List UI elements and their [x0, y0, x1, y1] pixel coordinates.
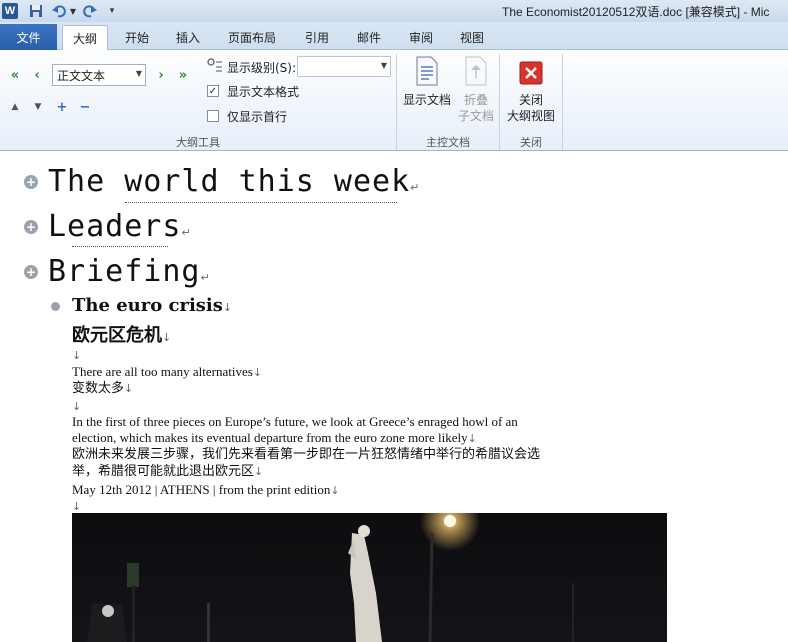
tab-outline[interactable]: 大纲	[62, 25, 108, 51]
tab-file[interactable]: 文件	[0, 24, 57, 50]
expand-heading-icon[interactable]: +	[24, 265, 38, 279]
show-document-icon[interactable]	[414, 56, 440, 86]
collapse-icon[interactable]: −	[78, 99, 92, 115]
paragraph-line[interactable]: election, which makes its eventual depar…	[72, 429, 477, 446]
customize-toolbar-icon[interactable]: ▾	[106, 2, 118, 20]
window-title: The Economist20120512双语.doc [兼容模式] - Mic	[502, 5, 770, 19]
section-title[interactable]: The euro crisis↓	[72, 295, 232, 316]
tab-view[interactable]: 视图	[451, 25, 493, 50]
blank-line[interactable]: ↓	[72, 346, 81, 363]
blank-line[interactable]: ↓	[72, 497, 81, 514]
redo-icon[interactable]	[82, 2, 98, 20]
close-outline-view-button[interactable]: 关闭 大纲视图	[503, 92, 559, 124]
show-text-format-label: 显示文本格式	[227, 85, 300, 99]
collapse-subdocuments-button: 折叠 子文档	[456, 92, 496, 124]
chevron-down-icon: ▼	[135, 69, 142, 78]
collapse-label-line1: 折叠	[463, 93, 488, 107]
promote-icon[interactable]: ‹	[29, 66, 45, 84]
move-down-icon[interactable]: ▼	[31, 100, 45, 114]
demote-icon[interactable]: ›	[153, 66, 169, 84]
expand-heading-icon[interactable]: +	[24, 175, 38, 189]
paragraph-line[interactable]: In the first of three pieces on Europe’s…	[72, 413, 518, 430]
expand-icon[interactable]: +	[55, 99, 69, 115]
tab-insert[interactable]: 插入	[168, 25, 208, 50]
group-separator	[562, 54, 563, 150]
article-photo[interactable]	[72, 513, 667, 642]
show-level-icon	[207, 58, 223, 74]
save-icon[interactable]	[28, 2, 44, 20]
outline-heading[interactable]: Leaders↵	[48, 209, 192, 244]
subtitle-cn[interactable]: 变数太多↓	[72, 380, 133, 397]
close-label-line2: 大纲视图	[506, 109, 555, 123]
outline-heading[interactable]: The world this week↵	[48, 164, 420, 199]
outline-bullet[interactable]	[51, 302, 60, 311]
tab-references[interactable]: 引用	[296, 25, 338, 50]
chevron-down-icon: ▼	[380, 61, 387, 70]
close-group-label: 关闭	[520, 136, 542, 149]
ribbon: « ‹ 正文文本 ▼ › » ▲ ▼ + − 显示级别(S): ▼ ✓ 显示文本…	[0, 50, 788, 151]
blank-line[interactable]: ↓	[72, 397, 81, 414]
master-document-group-label: 主控文档	[426, 136, 470, 149]
show-first-line-checkbox[interactable]	[207, 110, 219, 122]
collapse-subdocuments-icon	[463, 56, 489, 86]
paragraph-cn-line[interactable]: 举，希腊很可能就此退出欧元区↓	[72, 463, 263, 480]
tab-home[interactable]: 开始	[117, 25, 157, 50]
tab-mailings[interactable]: 邮件	[348, 25, 390, 50]
undo-icon[interactable]	[51, 2, 67, 20]
show-first-line-label: 仅显示首行	[227, 110, 288, 124]
show-text-format-checkbox[interactable]: ✓	[207, 85, 219, 97]
word-window: W ▼ ▾ The Economist20120512双语.doc [兼容模式]…	[0, 0, 788, 642]
outline-level-value: 正文文本	[57, 68, 106, 83]
dateline[interactable]: May 12th 2012 | ATHENS | from the print …	[72, 481, 340, 498]
paragraph-cn-line[interactable]: 欧洲未来发展三步骤，我们先来看看第一步即在一片狂怒情绪中举行的希腊议会选	[72, 446, 540, 463]
undo-dropdown-icon[interactable]: ▼	[69, 2, 77, 20]
tab-review[interactable]: 审阅	[400, 25, 442, 50]
show-level-label: 显示级别(S):	[227, 61, 297, 75]
move-up-icon[interactable]: ▲	[8, 100, 22, 114]
demote-to-body-text-icon[interactable]: »	[173, 66, 193, 84]
outline-level-select[interactable]: 正文文本 ▼	[52, 64, 146, 86]
section-title-cn[interactable]: 欧元区危机↓	[72, 321, 171, 347]
show-level-select[interactable]: ▼	[297, 56, 391, 77]
close-outline-view-icon[interactable]	[518, 60, 544, 86]
document-area[interactable]: + The world this week↵ + Leaders↵ + Brie…	[0, 152, 788, 642]
close-label-line1: 关闭	[518, 93, 543, 107]
outline-tools-group-label: 大纲工具	[176, 136, 220, 149]
spelling-underline	[125, 202, 397, 203]
ribbon-tabs: 文件 大纲 开始 插入 页面布局 引用 邮件 审阅 视图	[0, 22, 788, 51]
collapse-label-line2: 子文档	[457, 109, 494, 123]
tab-page-layout[interactable]: 页面布局	[220, 25, 284, 50]
outline-heading[interactable]: Briefing↵	[48, 254, 211, 289]
title-bar: W ▼ ▾ The Economist20120512双语.doc [兼容模式]…	[0, 0, 788, 22]
promote-to-heading1-icon[interactable]: «	[6, 66, 24, 84]
show-document-button[interactable]: 显示文档	[402, 92, 452, 108]
word-logo-icon[interactable]: W	[2, 3, 18, 19]
spelling-underline	[72, 246, 168, 247]
subtitle[interactable]: There are all too many alternatives↓	[72, 363, 262, 380]
expand-heading-icon[interactable]: +	[24, 220, 38, 234]
